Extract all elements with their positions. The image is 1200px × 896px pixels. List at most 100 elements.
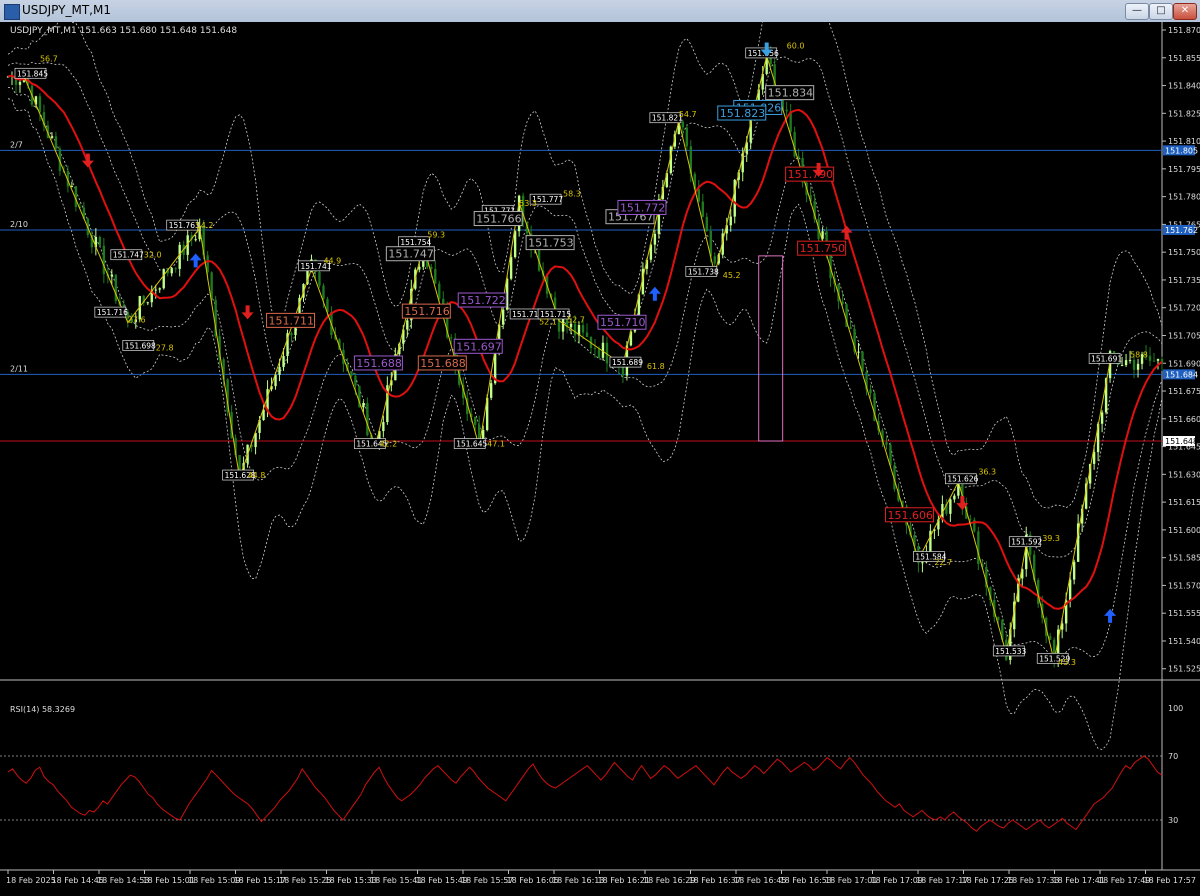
x-tick-label: 18 Feb 2025 — [6, 876, 56, 885]
angle-label: 32.0 — [144, 251, 162, 260]
angle-label: 52.7 — [567, 316, 585, 325]
angle-label: 39.3 — [1042, 534, 1060, 543]
candle-body — [949, 499, 952, 514]
level-label: 151.606 — [887, 509, 933, 522]
price-label: 151.626 — [947, 475, 978, 484]
price-label: 151.533 — [995, 647, 1026, 656]
candle-body — [38, 96, 42, 113]
y-tick-label: 151.825 — [1168, 109, 1200, 118]
y-tick-label: 151.750 — [1168, 248, 1200, 257]
candle-body — [178, 244, 181, 269]
y-tick-label: 151.810 — [1168, 137, 1200, 146]
level-label: 151.753 — [528, 237, 574, 250]
support-line-price-text: 151.684 — [1165, 370, 1198, 379]
rsi-y-tick-label: 70 — [1168, 752, 1178, 761]
candle-body — [785, 109, 788, 112]
upper-band-outer — [7, 0, 1163, 509]
y-tick-label: 151.540 — [1168, 637, 1200, 646]
candle-body — [729, 216, 732, 226]
candle-body — [861, 351, 864, 372]
y-tick-label: 151.660 — [1168, 415, 1200, 424]
candle-body — [1124, 360, 1128, 366]
candle-body — [953, 495, 956, 500]
candle-body — [501, 309, 505, 325]
candle-body — [102, 245, 106, 275]
level-label: 151.750 — [800, 242, 846, 255]
level-label: 151.697 — [456, 340, 502, 353]
candle-body — [362, 403, 365, 408]
y-tick-label: 151.870 — [1168, 26, 1200, 35]
angle-label: 22.7 — [934, 558, 952, 567]
candle-body — [154, 289, 157, 291]
buy-arrow-icon — [648, 286, 661, 301]
window-title: USDJPY_MT,M1 — [22, 3, 111, 17]
candle-body — [194, 239, 197, 241]
candle-body — [1148, 356, 1152, 361]
y-tick-label: 151.630 — [1168, 470, 1200, 479]
chart-area[interactable]: USDJPY_MT,M1 151.663 151.680 151.648 151… — [0, 0, 1200, 892]
support-line-price-text: 151.805 — [1165, 146, 1198, 155]
y-tick-label: 151.570 — [1168, 581, 1200, 590]
candle-body — [282, 356, 285, 368]
angle-label: 44.9 — [323, 256, 341, 265]
candle-body — [473, 416, 477, 425]
angle-label: 61.8 — [647, 362, 665, 371]
candle-body — [162, 269, 165, 289]
candle-body — [573, 323, 577, 336]
candle-body — [434, 268, 437, 284]
buy-arrow-icon — [1104, 608, 1117, 623]
support-line-label: 2/11 — [10, 364, 28, 373]
candle-body — [1132, 359, 1136, 370]
level-label: 151.747 — [388, 248, 434, 261]
close-button[interactable]: ✕ — [1173, 3, 1197, 20]
price-label: 151.689 — [612, 358, 643, 367]
y-tick-label: 151.855 — [1168, 54, 1200, 63]
bid-price-text: 151.648 — [1165, 437, 1198, 446]
y-tick-label: 151.600 — [1168, 526, 1200, 535]
angle-label: 58.3 — [563, 190, 581, 199]
title-bar: USDJPY_MT,M1 — □ ✕ — [0, 0, 1200, 23]
candle-body — [1100, 412, 1104, 424]
candle-body — [593, 348, 597, 350]
candle-body — [685, 127, 689, 147]
candle-body — [713, 256, 716, 264]
maximize-button[interactable]: □ — [1149, 3, 1173, 20]
candle-body — [438, 283, 441, 299]
candle-body — [158, 288, 161, 290]
minimize-button[interactable]: — — [1125, 3, 1149, 20]
candle-body — [290, 333, 293, 336]
y-tick-label: 151.555 — [1168, 609, 1200, 618]
candle-body — [509, 257, 513, 279]
angle-label: 60.0 — [787, 42, 805, 51]
y-tick-label: 151.735 — [1168, 276, 1200, 285]
symbol-label: USDJPY_MT,M1 151.663 151.680 151.648 151… — [10, 26, 237, 36]
level-label: 151.790 — [788, 168, 834, 181]
price-label: 151.747 — [113, 251, 144, 260]
candle-body — [513, 231, 517, 258]
angle-label: 52.1 — [539, 317, 557, 326]
y-tick-label: 151.780 — [1168, 193, 1200, 202]
candle-body — [278, 367, 281, 375]
level-label: 151.772 — [620, 201, 666, 214]
y-tick-label: 151.720 — [1168, 304, 1200, 313]
candle-body — [1136, 363, 1140, 370]
level-label: 151.710 — [600, 316, 646, 329]
support-line-price-text: 151.762 — [1165, 226, 1198, 235]
angle-label: 36.3 — [978, 467, 996, 476]
candle-body — [585, 332, 589, 338]
level-label: 151.711 — [269, 314, 315, 327]
level-label: 151.834 — [768, 87, 814, 100]
angle-label: 27.8 — [156, 343, 174, 352]
rsi-title: RSI(14) 58.3269 — [10, 705, 75, 714]
angle-label: 53.3 — [519, 199, 537, 208]
main-chart-layer: USDJPY_MT,M1 151.663 151.680 151.648 151… — [0, 0, 1200, 885]
sell-arrow-icon — [81, 153, 94, 168]
y-tick-label: 151.840 — [1168, 82, 1200, 91]
candle-body — [621, 366, 625, 376]
price-label: 151.845 — [17, 69, 48, 78]
price-label: 151.691 — [1091, 354, 1122, 363]
price-chart[interactable]: USDJPY_MT,M1 151.663 151.680 151.648 151… — [0, 0, 1200, 892]
candle-body — [350, 371, 353, 376]
moving-average-line — [7, 74, 1163, 610]
candle-body — [869, 389, 872, 394]
